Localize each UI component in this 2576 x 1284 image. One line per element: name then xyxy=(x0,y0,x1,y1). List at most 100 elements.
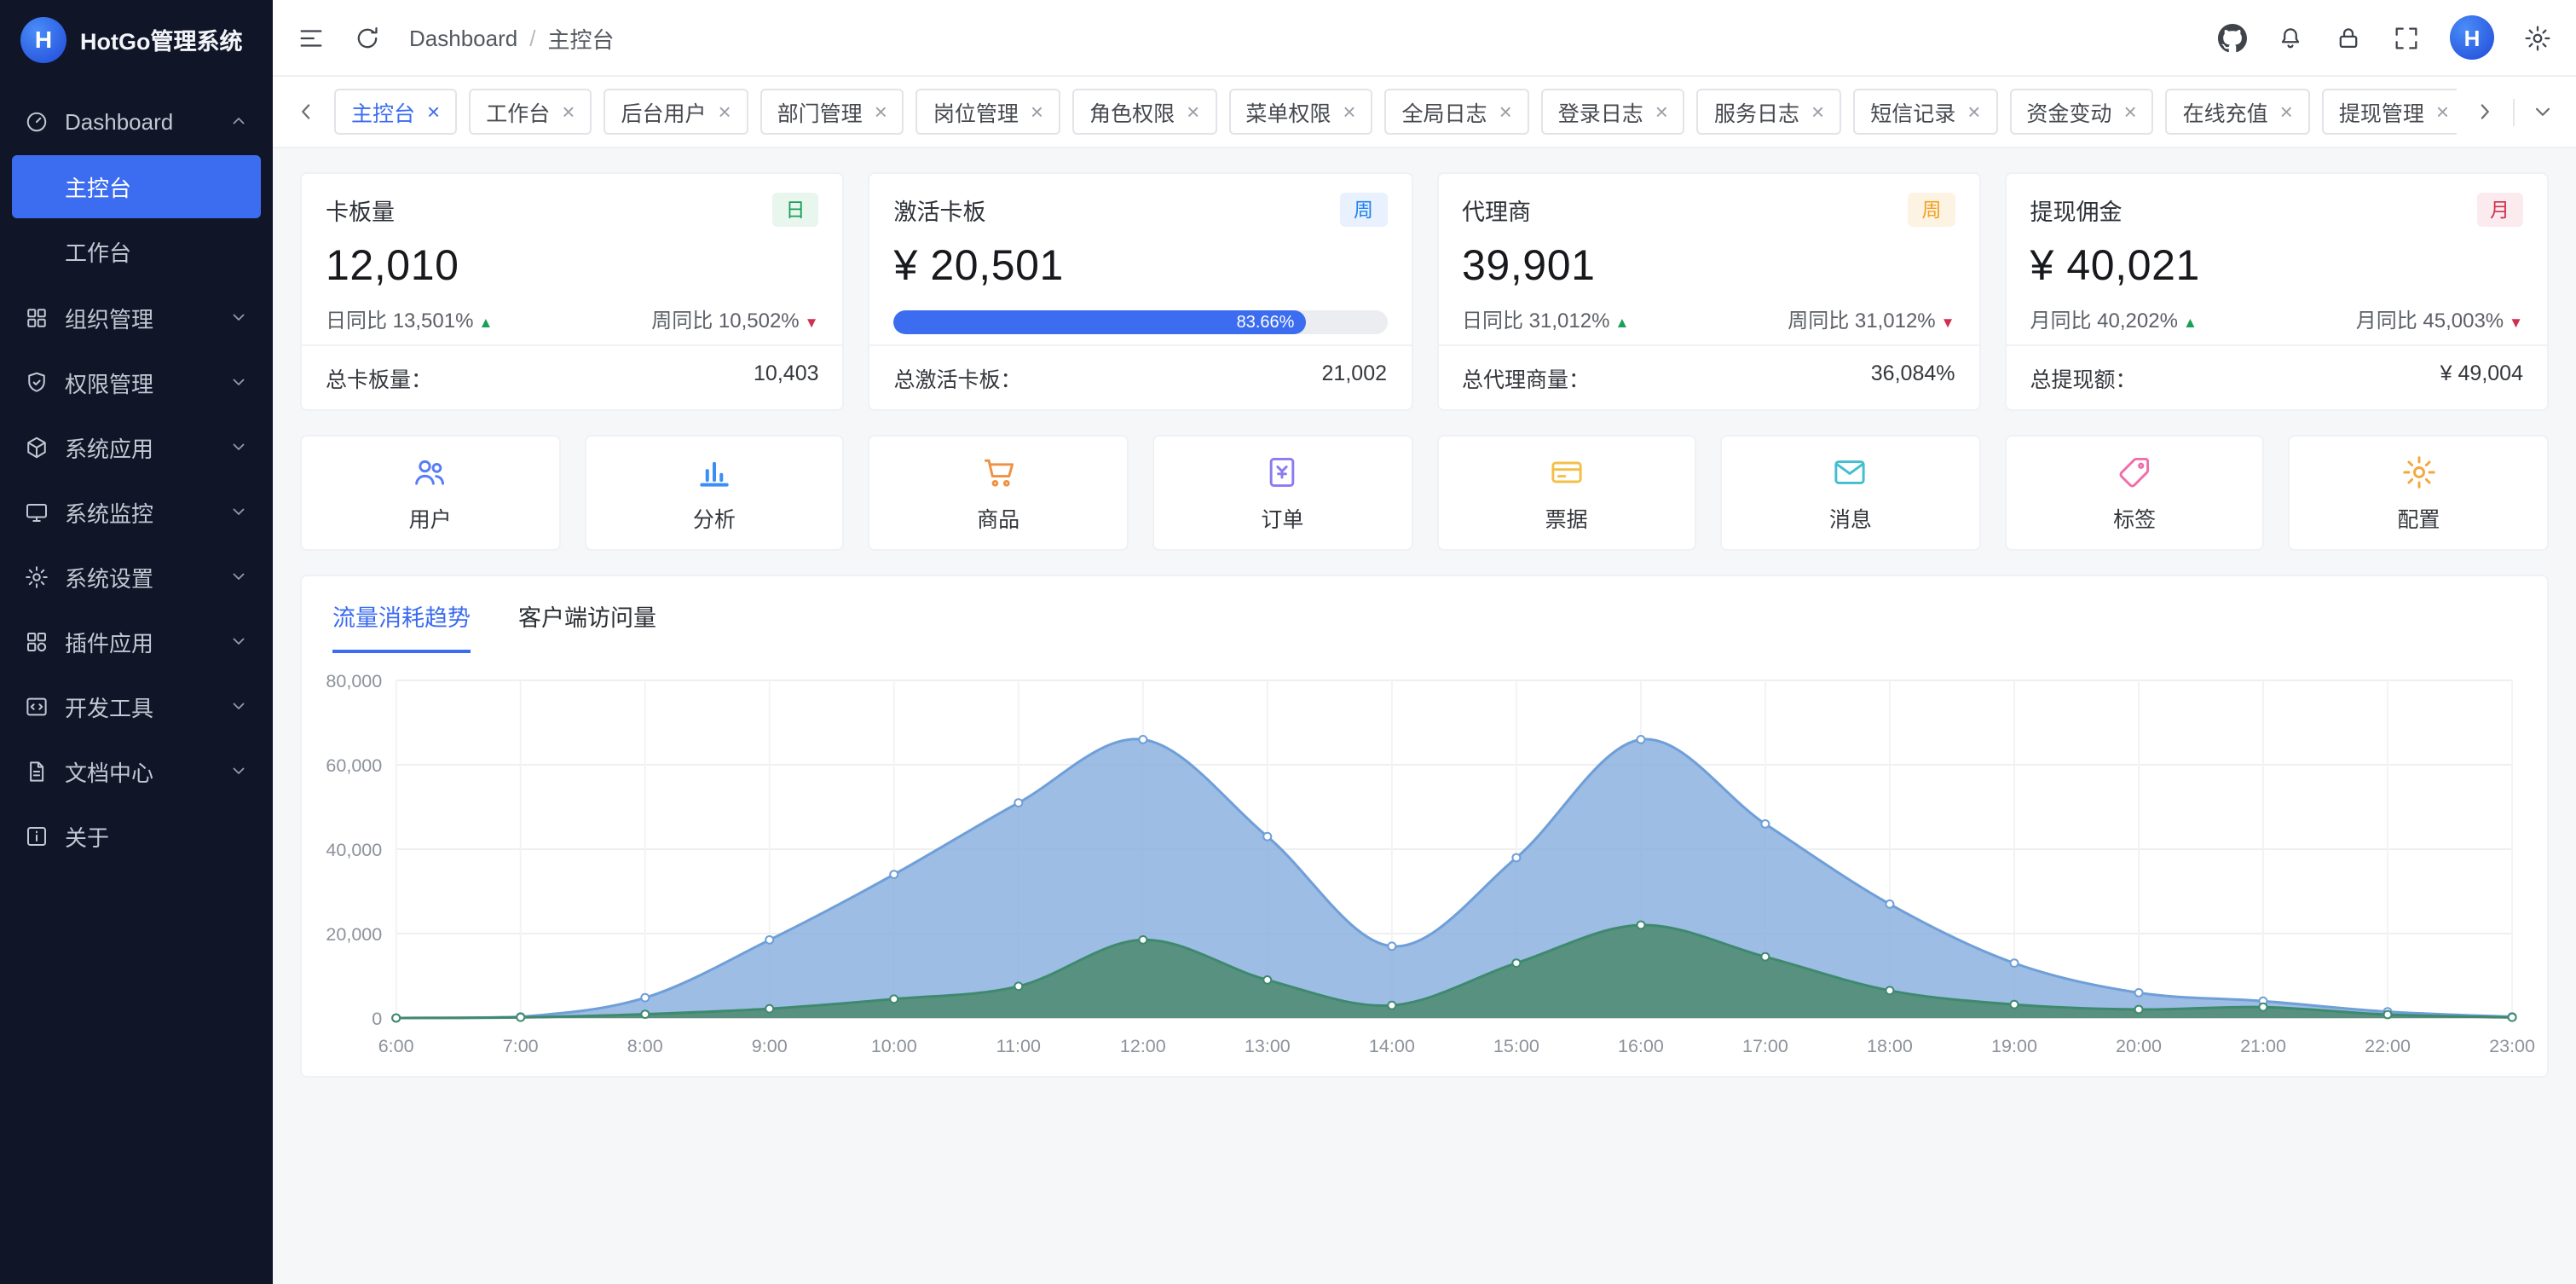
sidebar: H HotGo管理系统 Dashboard 主控台工作台 组织管理 权限管理 系… xyxy=(0,0,273,1284)
svg-text:19:00: 19:00 xyxy=(1991,1036,2037,1056)
sidebar-item-label: 开发工具 xyxy=(65,690,213,722)
sidebar-item[interactable]: 开发工具 xyxy=(0,674,273,738)
ticket-icon xyxy=(1548,453,1585,490)
chevron-up-icon xyxy=(228,111,249,131)
tab-item[interactable]: 资金变动 × xyxy=(2009,89,2153,135)
tab-label: 工作台 xyxy=(486,95,550,128)
chart-tab[interactable]: 客户端访问量 xyxy=(518,599,656,653)
stat-footer-value: 36,084% xyxy=(1871,361,1955,394)
tabs-dropdown-icon[interactable] xyxy=(2530,99,2556,124)
tab-close-icon[interactable]: × xyxy=(1343,101,1355,123)
tab-close-icon[interactable]: × xyxy=(875,101,887,123)
cart-icon xyxy=(979,453,1017,490)
tab-label: 岗位管理 xyxy=(933,95,1019,128)
shortcut-bar-chart[interactable]: 分析 xyxy=(584,435,844,551)
stat-card-value: ¥ 20,501 xyxy=(870,227,1412,295)
trend-down-icon: ▼ xyxy=(2509,314,2523,331)
shortcut-ticket[interactable]: 票据 xyxy=(1436,435,1696,551)
stat-deltas: 日同比 13,501%▲周同比 10,502%▼ xyxy=(302,295,843,334)
tab-close-icon[interactable]: × xyxy=(427,101,440,123)
chevron-down-icon xyxy=(228,761,249,781)
settings-gear-icon[interactable] xyxy=(2523,23,2552,52)
tab-close-icon[interactable]: × xyxy=(1655,101,1668,123)
shortcut-mail[interactable]: 消息 xyxy=(1720,435,1980,551)
main-column: Dashboard / 主控台 H 主控台 × 工作台 × 后台用户 × 部门管… xyxy=(273,0,2576,1284)
tabs-scroll-left-icon[interactable] xyxy=(293,99,319,124)
lock-icon[interactable] xyxy=(2334,23,2363,52)
tab-close-icon[interactable]: × xyxy=(718,101,731,123)
stat-card: 卡板量 日 12,010 日同比 13,501%▲周同比 10,502%▼ 总卡… xyxy=(300,172,845,411)
sidebar-item[interactable]: 组织管理 xyxy=(0,285,273,350)
tab-item[interactable]: 在线充值 × xyxy=(2166,89,2310,135)
tab-close-icon[interactable]: × xyxy=(562,101,575,123)
tab-item[interactable]: 短信记录 × xyxy=(1853,89,1997,135)
tab-close-icon[interactable]: × xyxy=(1031,101,1043,123)
sidebar-item[interactable]: 系统监控 xyxy=(0,479,273,544)
sidebar-item-label: 权限管理 xyxy=(65,366,213,398)
tabs-scroll-right-icon[interactable] xyxy=(2472,99,2498,124)
tab-item[interactable]: 部门管理 × xyxy=(760,89,904,135)
sidebar-item[interactable]: Dashboard xyxy=(0,89,273,153)
stat-footer-value: 10,403 xyxy=(754,361,818,394)
chevron-down-icon xyxy=(228,307,249,327)
stat-deltas: 日同比 31,012%▲周同比 31,012%▼ xyxy=(1438,295,1979,334)
sidebar-item[interactable]: 文档中心 xyxy=(0,738,273,803)
shortcut-users[interactable]: 用户 xyxy=(300,435,560,551)
sidebar-item-label: 组织管理 xyxy=(65,301,213,333)
divider xyxy=(2513,98,2515,125)
sidebar-item-label: 插件应用 xyxy=(65,625,213,657)
breadcrumb-root[interactable]: Dashboard xyxy=(409,25,517,50)
stat-card-footer: 总激活卡板： 21,002 xyxy=(870,344,1412,409)
tab-close-icon[interactable]: × xyxy=(2123,101,2136,123)
fullscreen-icon[interactable] xyxy=(2392,23,2421,52)
tab-item[interactable]: 主控台 × xyxy=(334,89,457,135)
svg-text:20,000: 20,000 xyxy=(326,924,382,945)
avatar[interactable]: H xyxy=(2450,15,2494,60)
tab-close-icon[interactable]: × xyxy=(1811,101,1824,123)
tab-item[interactable]: 全局日志 × xyxy=(1385,89,1529,135)
tab-item[interactable]: 工作台 × xyxy=(469,89,592,135)
stat-card-title: 提现佣金 xyxy=(2030,193,2123,227)
shortcut-gear[interactable]: 配置 xyxy=(2289,435,2549,551)
stat-delta: 月同比 40,202%▲ xyxy=(2030,305,2198,334)
tab-item[interactable]: 服务日志 × xyxy=(1697,89,1841,135)
refresh-icon[interactable] xyxy=(353,23,382,52)
tab-item[interactable]: 后台用户 × xyxy=(604,89,748,135)
sidebar-item[interactable]: 系统应用 xyxy=(0,414,273,479)
sidebar-subitem[interactable]: 主控台 xyxy=(12,155,261,218)
tab-close-icon[interactable]: × xyxy=(1967,101,1980,123)
chart-card: 流量消耗趋势客户端访问量 020,00040,00060,00080,0006:… xyxy=(300,575,2549,1078)
stat-card-title: 卡板量 xyxy=(326,193,395,227)
shortcut-tag[interactable]: 标签 xyxy=(2005,435,2265,551)
tab-item[interactable]: 登录日志 × xyxy=(1541,89,1685,135)
shortcut-order[interactable]: 订单 xyxy=(1152,435,1412,551)
sidebar-item[interactable]: 关于 xyxy=(0,803,273,868)
tab-item[interactable]: 提现管理 × xyxy=(2322,89,2457,135)
sidebar-item[interactable]: 插件应用 xyxy=(0,609,273,674)
chart-tab[interactable]: 流量消耗趋势 xyxy=(332,599,471,653)
svg-text:9:00: 9:00 xyxy=(752,1036,788,1056)
tab-close-icon[interactable]: × xyxy=(1187,101,1199,123)
tab-close-icon[interactable]: × xyxy=(1499,101,1512,123)
github-icon[interactable] xyxy=(2218,23,2247,52)
stat-card: 提现佣金 月 ¥ 40,021 月同比 40,202%▲月同比 45,003%▼… xyxy=(2005,172,2550,411)
sidebar-item[interactable]: 权限管理 xyxy=(0,350,273,414)
sidebar-subitem[interactable]: 工作台 xyxy=(12,220,261,283)
tab-close-icon[interactable]: × xyxy=(2280,101,2293,123)
tab-label: 全局日志 xyxy=(1402,95,1487,128)
shortcut-cart[interactable]: 商品 xyxy=(869,435,1129,551)
svg-text:80,000: 80,000 xyxy=(326,671,382,691)
bell-icon[interactable] xyxy=(2276,23,2305,52)
tab-item[interactable]: 岗位管理 × xyxy=(916,89,1060,135)
menu-collapse-icon[interactable] xyxy=(297,23,326,52)
tab-label: 主控台 xyxy=(351,95,415,128)
tab-item[interactable]: 角色权限 × xyxy=(1072,89,1216,135)
tab-label: 登录日志 xyxy=(1558,95,1643,128)
tab-close-icon[interactable]: × xyxy=(2436,101,2449,123)
stat-card-value: ¥ 40,021 xyxy=(2007,227,2548,295)
sidebar-item[interactable]: 系统设置 xyxy=(0,544,273,609)
svg-text:17:00: 17:00 xyxy=(1742,1036,1788,1056)
shortcut-label: 标签 xyxy=(2113,500,2156,533)
tab-item[interactable]: 菜单权限 × xyxy=(1228,89,1372,135)
stat-card-title: 代理商 xyxy=(1462,193,1531,227)
